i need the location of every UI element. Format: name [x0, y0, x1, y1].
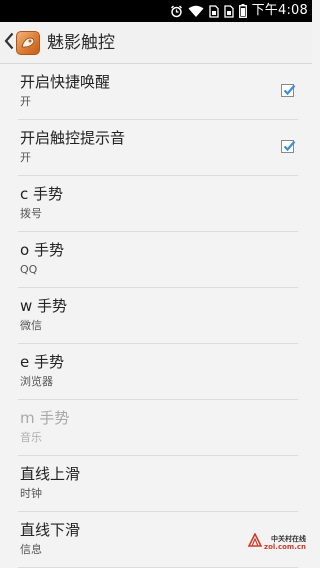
- alarm-icon: [170, 5, 183, 18]
- setting-gesture-m: m 手势 音乐: [18, 400, 298, 456]
- touch-sound-checkbox[interactable]: [281, 140, 296, 153]
- setting-label: w 手势: [20, 297, 68, 315]
- setting-gesture-o[interactable]: o 手势 QQ: [18, 232, 298, 288]
- setting-summary: 音乐: [20, 431, 42, 444]
- setting-quick-wake[interactable]: 开启快捷唤醒 开: [18, 64, 298, 120]
- battery-icon: [238, 4, 247, 18]
- setting-label: e 手势: [20, 353, 64, 371]
- setting-label: 直线上滑: [20, 465, 81, 483]
- setting-label: 开启快捷唤醒: [20, 73, 111, 91]
- setting-summary: 浏览器: [20, 375, 53, 388]
- status-time: 下午4:08: [251, 3, 308, 18]
- setting-summary: QQ: [20, 263, 38, 276]
- action-bar: 魅影触控: [0, 22, 312, 64]
- setting-label: 开启触控提示音: [20, 129, 126, 147]
- watermark-name: 中关村在线: [271, 535, 306, 543]
- status-icons: 下午4:08: [170, 3, 308, 19]
- page-title: 魅影触控: [47, 33, 115, 53]
- setting-label: 直线下滑: [20, 521, 81, 539]
- sim-card-icon: [223, 4, 234, 18]
- setting-label: c 手势: [20, 185, 64, 203]
- setting-gesture-e[interactable]: e 手势 浏览器: [18, 344, 298, 400]
- setting-summary: 开: [20, 151, 31, 164]
- settings-list: 开启快捷唤醒 开 开启触控提示音 开 c 手势 拨号 o 手势 QQ w 手势 …: [0, 64, 312, 568]
- setting-summary: 开: [20, 95, 31, 108]
- setting-swipe-up[interactable]: 直线上滑 时钟: [18, 456, 298, 512]
- wifi-icon: [188, 5, 204, 18]
- setting-label: o 手势: [20, 241, 64, 259]
- setting-touch-sound[interactable]: 开启触控提示音 开: [18, 120, 298, 176]
- back-button[interactable]: [2, 28, 44, 58]
- watermark: 中关村在线 zol.com.cn: [247, 532, 306, 551]
- setting-label: m 手势: [20, 409, 70, 427]
- setting-gesture-c[interactable]: c 手势 拨号: [18, 176, 298, 232]
- status-bar: 下午4:08: [0, 0, 312, 22]
- chevron-left-icon: [4, 32, 14, 54]
- checkmark-icon: [283, 140, 296, 152]
- setting-summary: 微信: [20, 319, 42, 332]
- setting-summary: 时钟: [20, 487, 42, 500]
- sim-card-icon: [208, 4, 219, 18]
- setting-summary: 拨号: [20, 207, 42, 220]
- app-icon: [16, 31, 40, 55]
- setting-gesture-w[interactable]: w 手势 微信: [18, 288, 298, 344]
- zol-logo-icon: [247, 532, 263, 551]
- quick-wake-checkbox[interactable]: [281, 84, 296, 97]
- watermark-domain: zol.com.cn: [264, 543, 306, 551]
- checkmark-icon: [283, 84, 296, 96]
